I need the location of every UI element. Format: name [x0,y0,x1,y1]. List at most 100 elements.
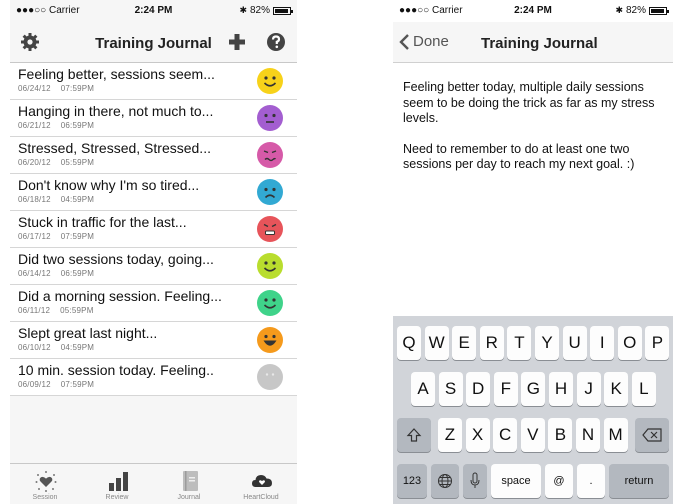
shift-key[interactable] [397,418,431,452]
battery-percent: 82% [249,5,270,16]
mood-sad-icon [257,179,283,205]
key-p[interactable]: P [645,326,670,360]
entry-time: 06:59PM [60,121,95,130]
tab-journal-label: Journal [177,494,201,501]
key-y[interactable]: Y [535,326,559,360]
key-v[interactable]: V [520,418,545,452]
journal-entry-row[interactable]: Don't know why I'm so tired... 06/18/12 04… [10,174,297,211]
status-bar: ●●●○○ Carrier 2:24 PM ✱ 82% [10,0,297,22]
key-e[interactable]: E [452,326,477,360]
entry-preview: Stressed, Stressed, Stressed... [18,140,211,156]
mood-happy-icon [257,253,283,279]
entry-timestamp: 06/11/12 05:59PM [18,306,94,315]
key-c[interactable]: C [493,418,518,452]
entry-date: 06/24/12 [18,84,51,93]
entry-preview: Feeling better, sessions seem... [18,66,215,82]
status-bar: ●●●○○ Carrier 2:24 PM ✱ 82% [393,0,673,22]
mood-blank-icon [257,364,283,390]
entry-time: 07:59PM [60,84,95,93]
entry-paragraph: Feeling better today, multiple daily ses… [403,80,655,125]
help-icon[interactable] [266,32,286,52]
journal-entry-row[interactable]: Slept great last night... 06/10/12 04:59PM [10,322,297,359]
key-i[interactable]: I [590,326,615,360]
tab-bar: Session Review Journal HeartCloud [10,463,297,504]
period-key[interactable]: . [577,464,605,498]
globe-key[interactable] [431,464,459,498]
on-screen-keyboard: Q W E R T Y U I O P A S D F G H J K L Z X C V B N M 123 space @. retu… [393,316,673,504]
return-key[interactable]: return [609,464,669,498]
page-title: Training Journal [481,35,598,52]
entry-date: 06/11/12 [18,306,51,315]
key-n[interactable]: N [576,418,600,452]
key-a[interactable]: A [411,372,435,406]
entry-text-area[interactable]: Feeling better today, multiple daily ses… [403,80,671,188]
battery-icon [273,6,293,15]
page-title: Training Journal [95,35,212,52]
battery-percent: 82% [625,5,646,16]
key-r[interactable]: R [479,326,504,360]
entry-timestamp: 06/09/12 07:59PM [18,380,94,389]
battery-icon [649,6,669,15]
key-o[interactable]: O [617,326,642,360]
mood-neutral-icon [257,105,283,131]
tab-review-label: Review [105,494,129,501]
nav-bar: Done Training Journal [393,22,673,63]
key-w[interactable]: W [424,326,449,360]
key-q[interactable]: Q [397,326,421,360]
entry-preview: Hanging in there, not much to... [18,103,214,119]
key-b[interactable]: B [548,418,573,452]
at-key[interactable]: @ [545,464,573,498]
key-k[interactable]: K [604,372,629,406]
key-t[interactable]: T [507,326,532,360]
key-x[interactable]: X [465,418,490,452]
bar-chart-icon [109,472,128,491]
entry-timestamp: 06/17/12 07:59PM [18,232,94,241]
journal-entry-row[interactable]: Did a morning session. Feeling... 06/11/1… [10,285,297,322]
journal-entry-row[interactable]: Did two sessions today, going... 06/14/12… [10,248,297,285]
journal-entry-row[interactable]: Feeling better, sessions seem... 06/24/12… [10,63,297,100]
journal-entry-row[interactable]: Stuck in traffic for the last... 06/17/12… [10,211,297,248]
entry-time: 04:59PM [60,343,95,352]
mood-grin-icon [257,327,283,353]
mood-angry-icon [257,216,283,242]
entry-date: 06/14/12 [18,269,51,278]
key-d[interactable]: D [466,372,491,406]
entry-preview: Stuck in traffic for the last... [18,214,187,230]
entry-date: 06/10/12 [18,343,51,352]
key-g[interactable]: G [521,372,546,406]
tab-heartcloud[interactable]: HeartCloud [226,464,296,504]
entry-preview: Slept great last night... [18,325,158,341]
entry-time: 05:59PM [60,306,94,315]
space-key[interactable]: space [491,464,541,498]
key-f[interactable]: F [493,372,518,406]
tab-journal[interactable]: Journal [154,464,224,504]
journal-entry-row[interactable]: Stressed, Stressed, Stressed... 06/20/12 0… [10,137,297,174]
done-button[interactable]: Done [399,33,449,50]
entry-time: 05:59PM [60,158,95,167]
entry-date: 06/18/12 [18,195,51,204]
journal-entry-row[interactable]: 10 min. session today. Feeling.. 06/09/12… [10,359,297,396]
key-u[interactable]: U [562,326,587,360]
key-z[interactable]: Z [438,418,462,452]
entry-time: 07:59PM [60,232,95,241]
chevron-left-icon [399,33,409,50]
tab-session[interactable]: Session [10,464,80,504]
key-l[interactable]: L [631,372,656,406]
key-h[interactable]: H [549,372,573,406]
microphone-key[interactable] [463,464,487,498]
key-s[interactable]: S [438,372,463,406]
entry-timestamp: 06/20/12 05:59PM [18,158,94,167]
tab-session-label: Session [32,494,58,501]
key-j[interactable]: J [576,372,601,406]
backspace-key[interactable] [635,418,669,452]
entry-timestamp: 06/14/12 06:59PM [18,269,94,278]
journal-entry-editor: ●●●○○ Carrier 2:24 PM ✱ 82% Done Trainin… [393,0,673,504]
bluetooth-icon: ✱ [239,5,247,15]
journal-icon [183,471,198,491]
numbers-key[interactable]: 123 [397,464,427,498]
journal-entry-row[interactable]: Hanging in there, not much to... 06/21/12… [10,100,297,137]
key-m[interactable]: M [603,418,628,452]
entry-timestamp: 06/18/12 04:59PM [18,195,94,204]
tab-review[interactable]: Review [82,464,152,504]
add-entry-icon[interactable] [227,32,247,52]
